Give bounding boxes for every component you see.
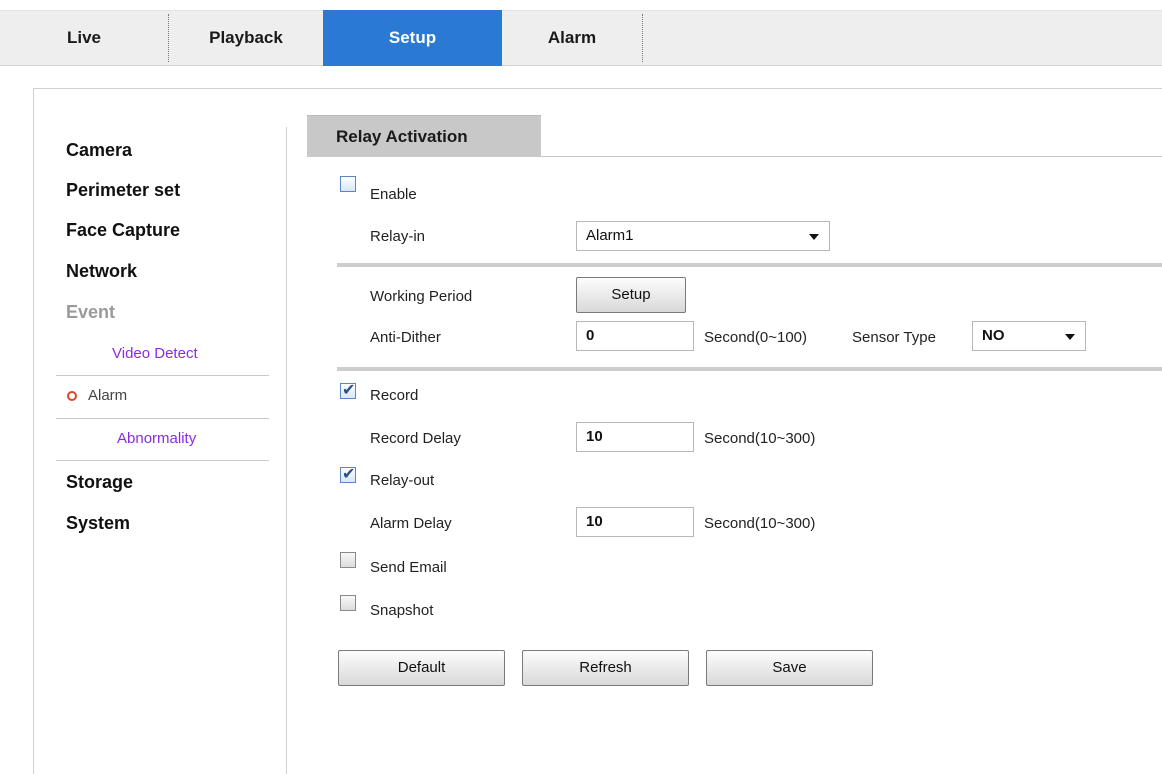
- section-divider: [337, 367, 1162, 371]
- default-button[interactable]: Default: [338, 650, 505, 686]
- send-email-checkbox[interactable]: [340, 552, 356, 568]
- sidebar-subitem-alarm[interactable]: Alarm: [88, 387, 127, 404]
- working-period-setup-button[interactable]: Setup: [576, 277, 686, 313]
- sidebar-divider: [286, 127, 287, 774]
- tab-alarm[interactable]: Alarm: [502, 10, 642, 66]
- sensor-type-select[interactable]: NO: [972, 321, 1086, 351]
- sidebar-item-perimeter-set[interactable]: Perimeter set: [66, 180, 180, 201]
- current-indicator-icon: [67, 391, 77, 401]
- sensor-type-value: NO: [982, 327, 1005, 344]
- sidebar-subitem-abnormality[interactable]: Abnormality: [117, 430, 196, 447]
- sidebar-item-system[interactable]: System: [66, 513, 130, 534]
- top-navigation: Live Playback Setup Alarm: [0, 0, 1162, 66]
- snapshot-checkbox[interactable]: [340, 595, 356, 611]
- checkmark-icon: ✔: [342, 382, 356, 399]
- record-checkbox[interactable]: ✔: [340, 382, 356, 399]
- sidebar-item-storage[interactable]: Storage: [66, 472, 133, 493]
- enable-checkbox[interactable]: [340, 176, 356, 192]
- section-divider: [337, 263, 1162, 267]
- relay-in-value: Alarm1: [586, 227, 634, 244]
- divider: [56, 375, 269, 376]
- alarm-delay-label: Alarm Delay: [370, 515, 452, 532]
- checkmark-icon: ✔: [342, 466, 356, 483]
- divider: [56, 460, 269, 461]
- tab-setup[interactable]: Setup: [323, 10, 502, 66]
- alarm-delay-unit: Second(10~300): [704, 515, 816, 532]
- alarm-delay-input[interactable]: 10: [576, 507, 694, 537]
- save-button[interactable]: Save: [706, 650, 873, 686]
- sidebar-item-event[interactable]: Event: [66, 302, 115, 323]
- tab-divider: [642, 14, 643, 62]
- refresh-button[interactable]: Refresh: [522, 650, 689, 686]
- anti-dither-input[interactable]: 0: [576, 321, 694, 351]
- sidebar-item-network[interactable]: Network: [66, 261, 137, 282]
- relay-in-select[interactable]: Alarm1: [576, 221, 830, 251]
- send-email-label: Send Email: [370, 559, 447, 576]
- chevron-down-icon: [809, 234, 819, 240]
- chevron-down-icon: [1065, 334, 1075, 340]
- sidebar-item-face-capture[interactable]: Face Capture: [66, 220, 180, 241]
- enable-label: Enable: [370, 186, 417, 203]
- relay-in-label: Relay-in: [370, 228, 426, 245]
- divider: [56, 418, 269, 419]
- relay-out-checkbox[interactable]: ✔: [340, 466, 356, 483]
- relay-out-label: Relay-out: [370, 472, 435, 489]
- snapshot-label: Snapshot: [370, 602, 434, 619]
- record-delay-label: Record Delay: [370, 430, 461, 447]
- record-delay-unit: Second(10~300): [704, 430, 816, 447]
- tab-live[interactable]: Live: [0, 10, 168, 66]
- sidebar-item-camera[interactable]: Camera: [66, 140, 132, 161]
- sidebar-subitem-video-detect[interactable]: Video Detect: [112, 345, 198, 362]
- anti-dither-unit: Second(0~100): [704, 329, 807, 346]
- record-delay-input[interactable]: 10: [576, 422, 694, 452]
- tab-playback[interactable]: Playback: [169, 10, 323, 66]
- panel-header-line: [541, 156, 1162, 157]
- record-label: Record: [370, 387, 419, 404]
- anti-dither-label: Anti-Dither: [370, 329, 441, 346]
- working-period-label: Working Period: [370, 288, 473, 305]
- sensor-type-label: Sensor Type: [852, 329, 936, 346]
- panel-title: Relay Activation: [307, 115, 541, 157]
